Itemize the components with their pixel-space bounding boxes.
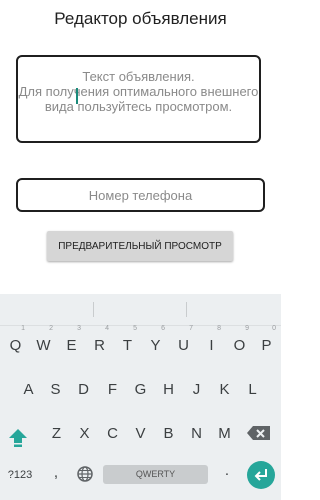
ad-text-field[interactable]: Текст объявления. Для получения оптималь… — [16, 55, 261, 143]
key-t[interactable]: T5 — [115, 325, 140, 360]
key-e[interactable]: E3 — [59, 325, 84, 360]
key-w[interactable]: W2 — [31, 325, 56, 360]
key-z[interactable]: Z — [44, 420, 69, 448]
suggestion-divider — [93, 302, 94, 317]
suggestion-divider — [186, 302, 187, 317]
key-d[interactable]: D — [71, 376, 96, 404]
key-s[interactable]: S — [43, 376, 68, 404]
key-r[interactable]: R4 — [87, 325, 112, 360]
key-c[interactable]: C — [100, 420, 125, 448]
key-f[interactable]: F — [100, 376, 125, 404]
enter-return-icon[interactable] — [247, 461, 275, 489]
backspace-icon[interactable] — [246, 424, 272, 442]
key-u[interactable]: U7 — [171, 325, 196, 360]
comma-key[interactable]: , — [48, 464, 64, 484]
key-m[interactable]: M — [212, 420, 237, 448]
suggestion-strip[interactable] — [0, 294, 281, 326]
key-q[interactable]: Q1 — [3, 325, 28, 360]
space-bar[interactable]: QWERTY — [103, 465, 208, 484]
text-cursor — [76, 88, 78, 104]
key-y[interactable]: Y6 — [143, 325, 168, 360]
globe-icon[interactable] — [76, 465, 94, 483]
symbols-key[interactable]: ?123 — [4, 466, 36, 484]
phone-number-field[interactable] — [16, 178, 265, 212]
editor-title: Редактор объявления — [54, 9, 227, 28]
key-p[interactable]: P0 — [254, 325, 279, 360]
key-n[interactable]: N — [184, 420, 209, 448]
key-h[interactable]: H — [156, 376, 181, 404]
key-i[interactable]: I8 — [199, 325, 224, 360]
key-l[interactable]: L — [240, 376, 265, 404]
preview-button[interactable]: ПРЕДВАРИТЕЛЬНЫЙ ПРОСМОТР — [47, 231, 233, 261]
key-x[interactable]: X — [72, 420, 97, 448]
key-v[interactable]: V — [128, 420, 153, 448]
key-b[interactable]: B — [156, 420, 181, 448]
key-g[interactable]: G — [128, 376, 153, 404]
key-k[interactable]: K — [212, 376, 237, 404]
key-o[interactable]: O9 — [227, 325, 252, 360]
shift-arrow-icon[interactable] — [6, 426, 30, 448]
key-j[interactable]: J — [184, 376, 209, 404]
period-key[interactable]: . — [220, 462, 234, 482]
ad-text-placeholder: Текст объявления. Для получения оптималь… — [18, 69, 259, 114]
key-a[interactable]: A — [16, 376, 41, 404]
